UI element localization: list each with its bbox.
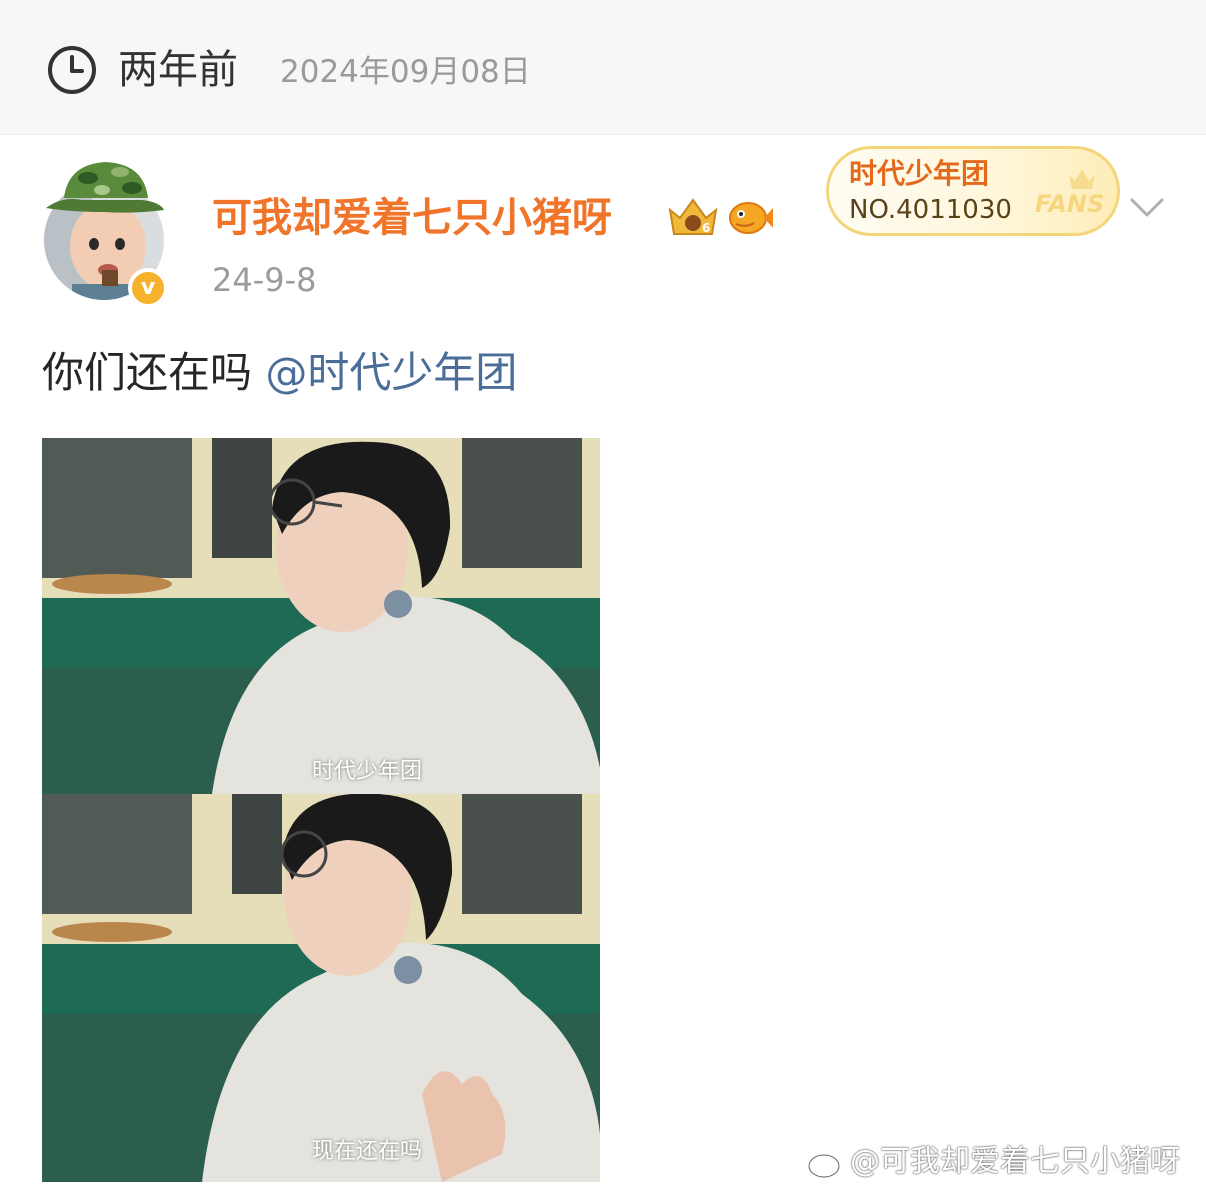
mention-link[interactable]: @时代少年团 xyxy=(265,348,517,397)
image-2-subtitle: 现在还在吗 xyxy=(312,1139,423,1164)
weibo-logo-icon xyxy=(807,1148,848,1179)
fish-badge-icon[interactable] xyxy=(726,198,774,238)
post-image-2[interactable]: 现在还在吗 xyxy=(42,794,600,1182)
post-time: 24-9-8 xyxy=(212,261,317,299)
post-body: 你们还在吗 xyxy=(42,348,253,397)
person-photo xyxy=(42,794,600,1182)
post-text: 你们还在吗 @时代少年团 xyxy=(42,344,517,402)
svg-text:6: 6 xyxy=(702,221,710,235)
relative-time: 两年前 xyxy=(118,47,238,93)
author-name[interactable]: 可我却爱着七只小猪呀 xyxy=(212,192,612,244)
fan-number: NO.4011030 xyxy=(849,195,1012,225)
watermark: @可我却爱着七只小猪呀 xyxy=(806,1140,1198,1186)
post-image-1[interactable]: 时代少年团 xyxy=(42,438,600,794)
fans-crown-icon xyxy=(1069,169,1095,189)
verified-badge: v xyxy=(128,268,168,308)
watermark-text: @可我却爱着七只小猪呀 xyxy=(850,1144,1180,1179)
image-1-subtitle: 时代少年团 xyxy=(312,759,423,784)
clock-icon xyxy=(48,46,96,94)
crown-badge-icon[interactable]: 6 xyxy=(666,196,720,240)
fan-group-badge[interactable]: 时代少年团 NO.4011030 FANS xyxy=(826,146,1120,236)
chevron-down-icon[interactable] xyxy=(1128,196,1166,220)
person-photo xyxy=(42,438,600,794)
post-date-bar: 两年前 2024年09月08日 xyxy=(0,0,1206,135)
full-date: 2024年09月08日 xyxy=(280,54,531,90)
fans-label: FANS xyxy=(1035,190,1105,218)
fan-group-name: 时代少年团 xyxy=(849,157,990,190)
